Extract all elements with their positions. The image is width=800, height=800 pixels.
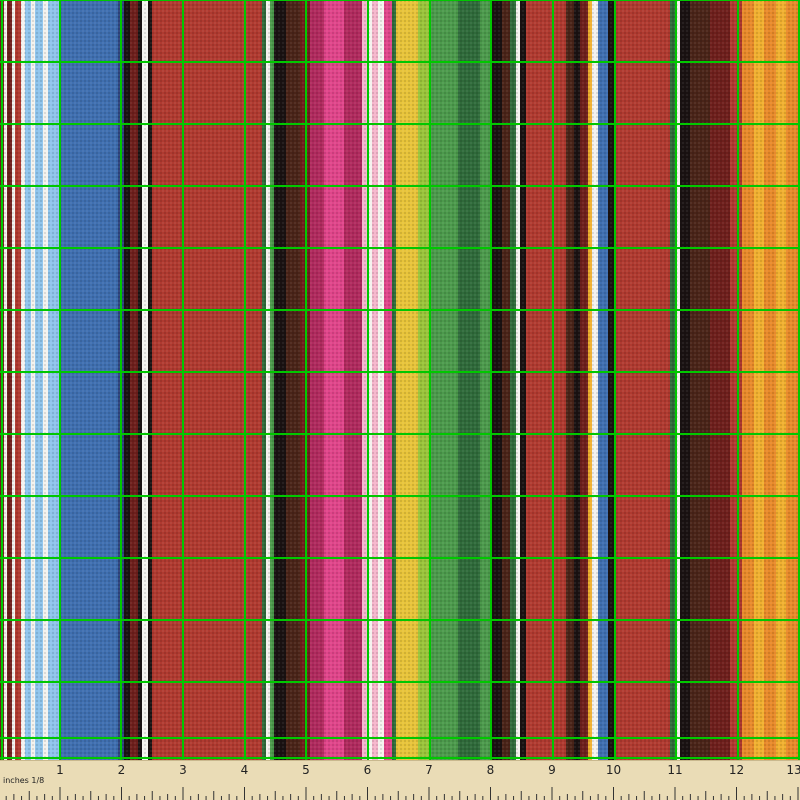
ruler-number: 3 [179,763,187,777]
ruler-number: 10 [605,763,622,777]
ruler-number: 6 [363,763,372,777]
ruler-number: 12 [728,763,745,777]
fabric-swatch-image: 1 2 3 4 5 6 7 8 9 10 11 12 13 inches 1/8 [0,0,800,800]
ruler: 1 2 3 4 5 6 7 8 9 10 11 12 13 inches 1/8 [0,760,800,800]
ruler-number: 7 [425,763,433,777]
ruler-number: 4 [240,763,249,777]
ruler-number: 9 [548,763,556,777]
ruler-number: 13 [786,763,800,777]
striped-fabric [0,0,800,760]
ruler-number: 1 [56,763,64,777]
ruler-number: 2 [117,763,126,777]
ruler-number: 8 [486,763,495,777]
ruler-number: 11 [667,763,683,777]
ruler-unit-label: inches 1/8 [3,776,45,785]
ruler-number: 5 [302,763,310,777]
